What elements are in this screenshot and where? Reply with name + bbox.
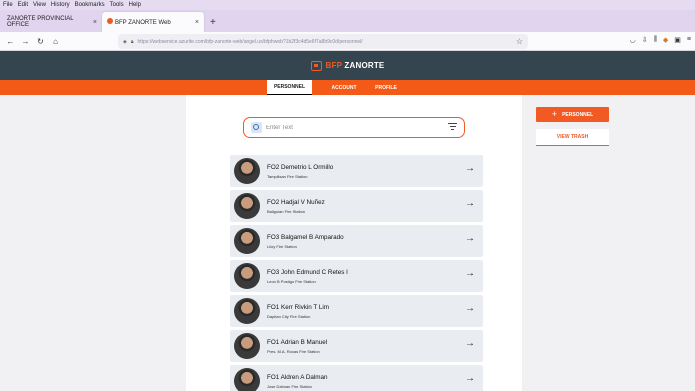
add-personnel-label: PERSONNEL: [562, 111, 594, 118]
personnel-station: Liloy Fire Station: [267, 244, 297, 249]
tab-profile[interactable]: PROFILE: [366, 80, 406, 95]
favicon-icon: [107, 18, 113, 24]
search-box[interactable]: [243, 117, 465, 138]
pocket-icon[interactable]: ◡: [630, 36, 636, 44]
list-item[interactable]: FO1 Kerr Rivkin T Lim Dapitan City Fire …: [230, 295, 483, 327]
forward-arrow-icon[interactable]: →: [18, 37, 33, 46]
avatar: [234, 228, 260, 254]
avatar: [234, 193, 260, 219]
download-icon[interactable]: ⇩: [642, 36, 648, 44]
reload-icon[interactable]: ↻: [33, 37, 48, 46]
menu-edit[interactable]: Edit: [18, 2, 28, 8]
arrow-right-icon[interactable]: →: [465, 374, 475, 384]
menu-tools[interactable]: Tools: [110, 2, 124, 8]
personnel-name: FO3 Balgamel B Amparado: [267, 234, 344, 241]
browser-tabbar: ZANORTE PROVINCIAL OFFICE × BFP ZANORTE …: [0, 10, 695, 32]
arrow-right-icon[interactable]: →: [465, 339, 475, 349]
personnel-station: Baliguian Fire Station: [267, 209, 306, 214]
personnel-name: FO1 Adrian B Manuel: [267, 339, 328, 346]
personnel-name: FO3 John Edmund C Retes I: [267, 269, 348, 276]
avatar: [234, 263, 260, 289]
search-icon: [251, 122, 262, 133]
brand-title: BFP ZANORTE: [325, 61, 385, 70]
personnel-station: Jose Dalman Fire Station: [267, 384, 312, 389]
arrow-right-icon[interactable]: →: [465, 234, 475, 244]
toolbar-icons: ◡ ⇩ ⫼ ◆ ▣ ≡: [630, 36, 691, 44]
list-item[interactable]: FO2 Demetrio L Ormillo Tampilisan Fire S…: [230, 155, 483, 187]
search-input[interactable]: [266, 122, 436, 133]
filter-icon[interactable]: [448, 123, 457, 131]
add-personnel-button[interactable]: + PERSONNEL: [536, 107, 609, 122]
home-icon[interactable]: ⌂: [48, 37, 63, 46]
personnel-list: FO2 Demetrio L Ormillo Tampilisan Fire S…: [230, 155, 483, 391]
menu-file[interactable]: File: [3, 2, 13, 8]
new-tab-button[interactable]: +: [210, 17, 216, 28]
list-item[interactable]: FO3 John Edmund C Retes I Leon B Postigo…: [230, 260, 483, 292]
plus-icon: +: [551, 109, 558, 119]
url-bar[interactable]: ◈ 🔒︎ https://webservice.azurite.com/bfp-…: [118, 34, 528, 49]
metamask-icon[interactable]: ◆: [663, 36, 668, 44]
bfp-logo-icon: [310, 60, 322, 71]
personnel-station: Dapitan City Fire Station: [267, 314, 311, 319]
extensions-icon[interactable]: ▣: [674, 36, 681, 44]
arrow-right-icon[interactable]: →: [465, 304, 475, 314]
personnel-name: FO2 Hadjal V Nuñez: [267, 199, 325, 206]
personnel-station: Leon B Postigo Fire Station: [267, 279, 316, 284]
browser-tab-provincial-office[interactable]: ZANORTE PROVINCIAL OFFICE ×: [2, 12, 102, 32]
avatar: [234, 298, 260, 324]
menu-bookmarks[interactable]: Bookmarks: [75, 2, 105, 8]
list-item[interactable]: FO2 Hadjal V Nuñez Baliguian Fire Statio…: [230, 190, 483, 222]
list-item[interactable]: FO1 Aldren A Dalman Jose Dalman Fire Sta…: [230, 365, 483, 391]
view-trash-button[interactable]: VIEW TRASH: [536, 129, 609, 146]
personnel-station: Tampilisan Fire Station: [267, 174, 308, 179]
app-header: BFP ZANORTE: [0, 51, 695, 80]
back-arrow-icon[interactable]: ←: [3, 37, 18, 46]
personnel-name: FO2 Demetrio L Ormillo: [267, 164, 334, 171]
menu-icon[interactable]: ≡: [687, 36, 691, 44]
menu-history[interactable]: History: [51, 2, 70, 8]
browser-menubar: File Edit View History Bookmarks Tools H…: [0, 0, 695, 10]
tab-title: ZANORTE PROVINCIAL OFFICE: [7, 16, 74, 28]
personnel-station: Pres. M.A. Roxas Fire Station: [267, 349, 320, 354]
list-item[interactable]: FO1 Adrian B Manuel Pres. M.A. Roxas Fir…: [230, 330, 483, 362]
shield-icon: ◈: [123, 38, 127, 45]
tab-account[interactable]: ACCOUNT: [322, 80, 366, 95]
app-tabs: PERSONNEL ACCOUNT PROFILE: [267, 80, 407, 95]
avatar: [234, 368, 260, 391]
avatar: [234, 333, 260, 359]
arrow-right-icon[interactable]: →: [465, 269, 475, 279]
close-icon[interactable]: ×: [93, 19, 97, 26]
browser-tab-bfp-zanorte[interactable]: BFP ZANORTE Web ×: [102, 12, 204, 32]
url-text: https://webservice.azurite.com/bfp-zanor…: [137, 38, 363, 45]
bookmark-star-icon[interactable]: ☆: [516, 37, 523, 46]
list-item[interactable]: FO3 Balgamel B Amparado Liloy Fire Stati…: [230, 225, 483, 257]
menu-view[interactable]: View: [33, 2, 46, 8]
arrow-right-icon[interactable]: →: [465, 199, 475, 209]
personnel-name: FO1 Kerr Rivkin T Lim: [267, 304, 330, 311]
library-icon[interactable]: ⫼: [654, 36, 657, 44]
lock-icon: 🔒︎: [130, 38, 134, 45]
menu-help[interactable]: Help: [129, 2, 141, 8]
personnel-name: FO1 Aldren A Dalman: [267, 374, 328, 381]
tab-title: BFP ZANORTE Web: [115, 20, 171, 26]
avatar: [234, 158, 260, 184]
close-icon[interactable]: ×: [195, 19, 199, 26]
tab-personnel[interactable]: PERSONNEL: [267, 80, 312, 95]
arrow-right-icon[interactable]: →: [465, 164, 475, 174]
